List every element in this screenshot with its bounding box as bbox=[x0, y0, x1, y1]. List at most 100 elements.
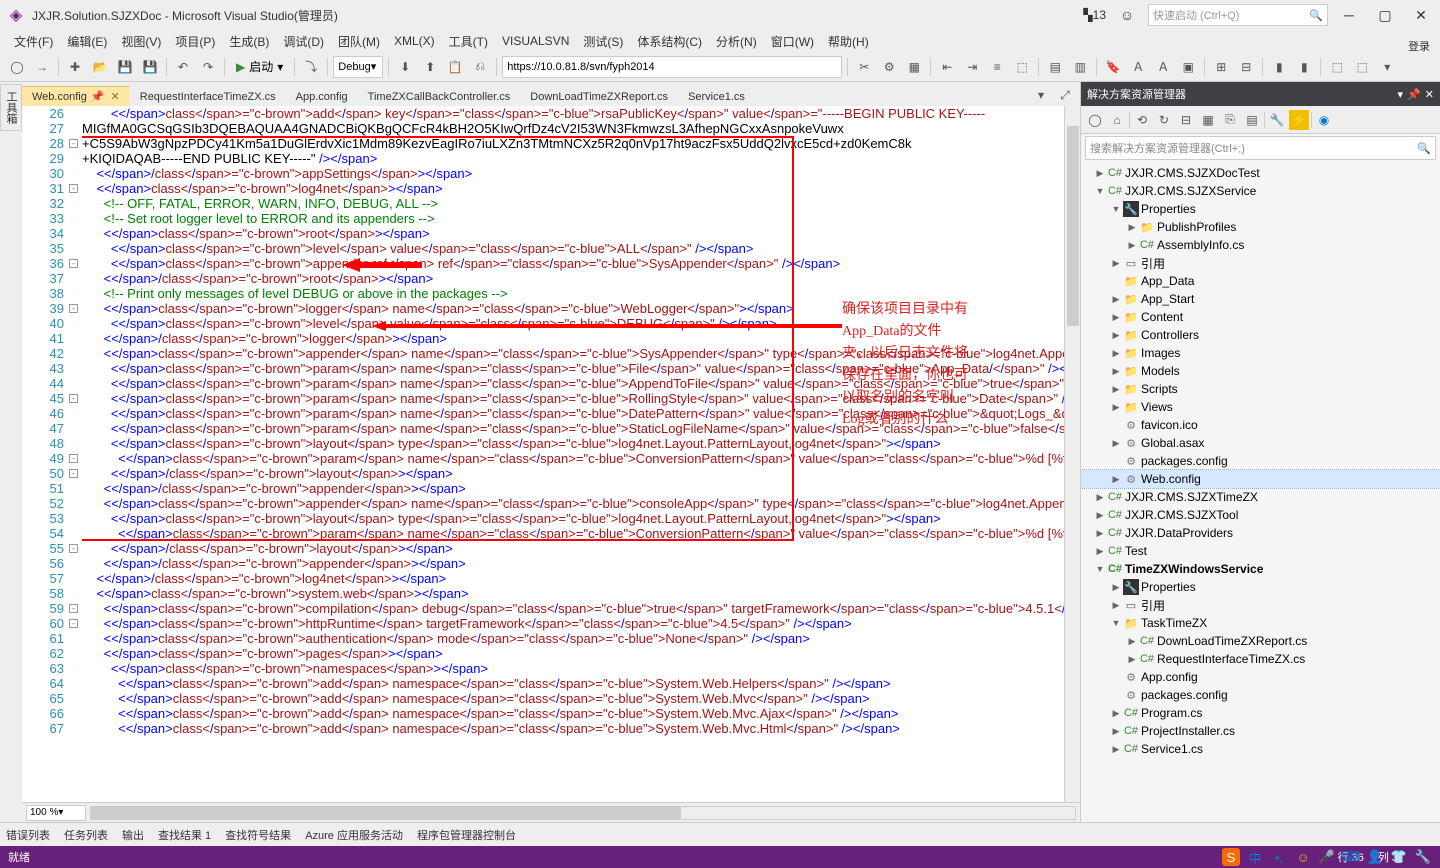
tree-item[interactable]: ▶C#JXJR.CMS.SJZXTool bbox=[1081, 506, 1440, 524]
svn-diff-icon[interactable]: ⎌ bbox=[469, 56, 491, 78]
tree-twisty-icon[interactable]: ▶ bbox=[1109, 312, 1123, 323]
output-tab[interactable]: 任务列表 bbox=[64, 827, 108, 843]
tree-twisty-icon[interactable]: ▶ bbox=[1109, 384, 1123, 395]
document-tab[interactable]: RequestInterfaceTimeZX.cs bbox=[130, 88, 286, 106]
misc-icon-a[interactable]: Ａ bbox=[1127, 56, 1149, 78]
tree-item[interactable]: ▼📁TaskTimeZX bbox=[1081, 614, 1440, 632]
tree-twisty-icon[interactable]: ▶ bbox=[1093, 528, 1107, 539]
vertical-scrollbar[interactable] bbox=[1064, 106, 1080, 802]
output-tab[interactable]: Azure 应用服务活动 bbox=[305, 827, 403, 843]
tree-twisty-icon[interactable]: ▼ bbox=[1093, 186, 1107, 196]
tree-twisty-icon[interactable]: ▶ bbox=[1109, 708, 1123, 719]
se-help-icon[interactable]: ◉ bbox=[1314, 110, 1334, 130]
menu-item[interactable]: 团队(M) bbox=[332, 31, 386, 52]
tree-twisty-icon[interactable]: ▶ bbox=[1109, 744, 1123, 755]
tree-twisty-icon[interactable]: ▶ bbox=[1125, 240, 1139, 251]
se-showall-icon[interactable]: ▦ bbox=[1198, 110, 1218, 130]
tool-icon-2[interactable]: ⚙ bbox=[878, 56, 900, 78]
tree-twisty-icon[interactable]: ▼ bbox=[1093, 564, 1107, 574]
save-all-icon[interactable]: 💾 bbox=[139, 56, 161, 78]
close-tab-icon[interactable]: ✕ bbox=[111, 91, 120, 103]
tree-item[interactable]: ▶📁PublishProfiles bbox=[1081, 218, 1440, 236]
nav-back-icon[interactable]: ◯ bbox=[6, 56, 28, 78]
tab-expand-icon[interactable]: ⤢ bbox=[1054, 84, 1076, 106]
bookmark-icon[interactable]: 🔖 bbox=[1102, 56, 1124, 78]
tree-item[interactable]: ▶C#DownLoadTimeZXReport.cs bbox=[1081, 632, 1440, 650]
misc-icon-b[interactable]: Ａ bbox=[1152, 56, 1174, 78]
solution-search-input[interactable]: 搜索解决方案资源管理器(Ctrl+;) 🔍 bbox=[1085, 136, 1436, 160]
output-tab[interactable]: 输出 bbox=[122, 827, 144, 843]
new-project-icon[interactable]: ✚ bbox=[64, 56, 86, 78]
tree-twisty-icon[interactable]: ▶ bbox=[1125, 222, 1139, 233]
tree-item[interactable]: ▶C#Service1.cs bbox=[1081, 740, 1440, 758]
hscroll-thumb[interactable] bbox=[91, 807, 681, 819]
tree-twisty-icon[interactable]: ▶ bbox=[1109, 474, 1123, 485]
tree-twisty-icon[interactable]: ▶ bbox=[1109, 348, 1123, 359]
document-tab[interactable]: Service1.cs bbox=[678, 88, 755, 106]
start-button[interactable]: ▶启动 ▾ bbox=[230, 56, 289, 78]
tree-item[interactable]: ▶📁App_Start bbox=[1081, 290, 1440, 308]
uncomment-icon[interactable]: ▥ bbox=[1069, 56, 1091, 78]
svn-url-input[interactable]: https://10.0.81.8/svn/fyph2014 bbox=[502, 56, 842, 78]
tree-twisty-icon[interactable]: ▶ bbox=[1093, 546, 1107, 557]
ime-skin-icon[interactable]: 👕 bbox=[1390, 848, 1408, 866]
toolbox-tab[interactable]: 工具箱 bbox=[0, 84, 22, 131]
menu-item[interactable]: 项目(P) bbox=[169, 31, 221, 52]
document-tab[interactable]: TimeZXCallBackController.cs bbox=[358, 88, 521, 106]
menu-item[interactable]: 工具(T) bbox=[443, 31, 494, 52]
menu-item[interactable]: VISUALSVN bbox=[496, 32, 575, 50]
misc-icon-h[interactable]: ⬚ bbox=[1326, 56, 1348, 78]
document-tab[interactable]: DownLoadTimeZXReport.cs bbox=[520, 88, 678, 106]
ime-keyboard-icon[interactable]: ⌨ bbox=[1342, 848, 1360, 866]
ime-mic-icon[interactable]: 🎤 bbox=[1318, 848, 1336, 866]
svn-log-icon[interactable]: 📋 bbox=[444, 56, 466, 78]
menu-item[interactable]: 生成(B) bbox=[223, 31, 275, 52]
menu-item[interactable]: 分析(N) bbox=[710, 31, 763, 52]
tree-item[interactable]: ▶📁Content bbox=[1081, 308, 1440, 326]
tree-item[interactable]: ▼C#TimeZXWindowsService bbox=[1081, 560, 1440, 578]
menu-item[interactable]: 视图(V) bbox=[115, 31, 167, 52]
ime-tool-icon[interactable]: 🔧 bbox=[1414, 848, 1432, 866]
tree-twisty-icon[interactable]: ▶ bbox=[1109, 402, 1123, 413]
zoom-combo[interactable]: 100 % ▾ bbox=[26, 805, 86, 821]
tool-icon-1[interactable]: ✂ bbox=[853, 56, 875, 78]
tree-twisty-icon[interactable]: ▼ bbox=[1109, 204, 1123, 214]
se-view-icon[interactable]: ▤ bbox=[1242, 110, 1262, 130]
misc-icon-g[interactable]: ▮ bbox=[1293, 56, 1315, 78]
tree-twisty-icon[interactable]: ▶ bbox=[1109, 258, 1123, 269]
side-pin-icon[interactable]: 📌 bbox=[1407, 88, 1421, 101]
config-combo[interactable]: Debug ▾ bbox=[333, 56, 383, 78]
code-editor[interactable]: <</span>class</span>="c-brown">add</span… bbox=[82, 106, 1064, 802]
tree-item[interactable]: ▶📁Views bbox=[1081, 398, 1440, 416]
tree-item[interactable]: 📁App_Data bbox=[1081, 272, 1440, 290]
open-icon[interactable]: 📂 bbox=[89, 56, 111, 78]
tree-item[interactable]: ▶C#JXJR.CMS.SJZXTimeZX bbox=[1081, 488, 1440, 506]
horizontal-scrollbar[interactable] bbox=[90, 806, 1076, 820]
svn-update-icon[interactable]: ⬇ bbox=[394, 56, 416, 78]
tree-item[interactable]: ▶▭引用 bbox=[1081, 596, 1440, 614]
ime-emoji-icon[interactable]: ☺ bbox=[1294, 848, 1312, 866]
tree-item[interactable]: ▶C#AssemblyInfo.cs bbox=[1081, 236, 1440, 254]
menu-item[interactable]: 调试(D) bbox=[277, 31, 330, 52]
side-dropdown-icon[interactable]: ▾ bbox=[1398, 88, 1404, 101]
tree-twisty-icon[interactable]: ▼ bbox=[1109, 618, 1123, 628]
toolbar-overflow-icon[interactable]: ▾ bbox=[1376, 56, 1398, 78]
se-copy-icon[interactable]: ⎘ bbox=[1220, 110, 1240, 130]
output-tab[interactable]: 错误列表 bbox=[6, 827, 50, 843]
tree-item[interactable]: ▶📁Controllers bbox=[1081, 326, 1440, 344]
tree-item[interactable]: ▶⚙Global.asax bbox=[1081, 434, 1440, 452]
quick-launch-input[interactable]: 快速启动 (Ctrl+Q)🔍 bbox=[1148, 4, 1328, 26]
misc-icon-i[interactable]: ⬚ bbox=[1351, 56, 1373, 78]
tree-twisty-icon[interactable]: ▶ bbox=[1093, 510, 1107, 521]
tree-item[interactable]: ▶📁Images bbox=[1081, 344, 1440, 362]
menu-item[interactable]: 测试(S) bbox=[577, 31, 629, 52]
tab-dropdown-icon[interactable]: ▾ bbox=[1030, 84, 1052, 106]
se-back-icon[interactable]: ◯ bbox=[1085, 110, 1105, 130]
se-preview-icon[interactable]: ⚡ bbox=[1289, 110, 1309, 130]
se-sync-icon[interactable]: ⟲ bbox=[1132, 110, 1152, 130]
tool-icon-3[interactable]: ▦ bbox=[903, 56, 925, 78]
menu-item[interactable]: 编辑(E) bbox=[61, 31, 113, 52]
tree-item[interactable]: ▶C#ProjectInstaller.cs bbox=[1081, 722, 1440, 740]
tree-item[interactable]: ▶C#JXJR.CMS.SJZXDocTest bbox=[1081, 164, 1440, 182]
se-collapse-icon[interactable]: ⊟ bbox=[1176, 110, 1196, 130]
